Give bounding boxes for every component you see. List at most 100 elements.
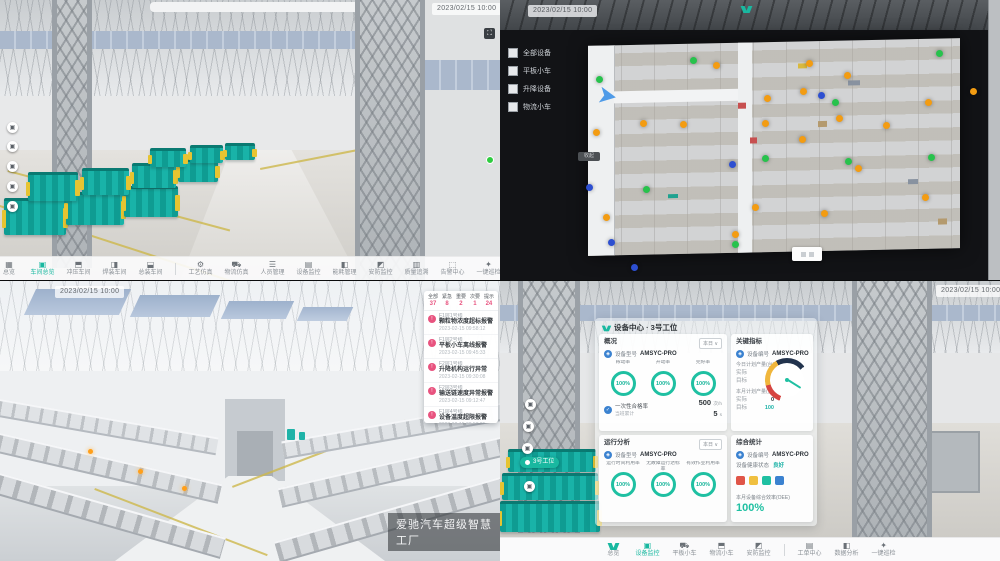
info-icon[interactable] xyxy=(775,476,784,485)
toolbar-item-3[interactable]: ⛟平板小车 xyxy=(672,542,696,557)
device-status-dot-orange[interactable] xyxy=(732,231,739,238)
device-status-dot-orange[interactable] xyxy=(883,122,890,129)
equipment-marker-4[interactable]: ▣ xyxy=(7,181,18,192)
quadrant-alarm-view[interactable]: 2023/02/15 10:00 全部37紧急8重要2次要1提示24 !F1层1… xyxy=(0,281,500,561)
range-select[interactable]: 本日 ∨ xyxy=(699,338,722,349)
device-status-dot-blue[interactable] xyxy=(608,239,615,246)
checkbox[interactable] xyxy=(508,102,518,112)
toolbar-item-5[interactable]: ◩安防监控 xyxy=(746,542,770,557)
checkbox[interactable] xyxy=(508,48,518,58)
toolbar-item-6[interactable]: ▤工单中心 xyxy=(798,542,822,557)
station-tag[interactable]: 3号工位 xyxy=(520,457,559,468)
device-status-dot-orange[interactable] xyxy=(680,121,687,128)
device-status-dot-blue[interactable] xyxy=(818,92,825,99)
device-status-dot-orange[interactable] xyxy=(800,88,807,95)
device-status-dot-orange[interactable] xyxy=(922,194,929,201)
legend-collapse-button[interactable]: 收起 xyxy=(578,152,600,161)
toolbar-item-4[interactable]: ◨焊装车间 xyxy=(103,261,126,276)
toolbar-item-2[interactable]: ▣设备监控 xyxy=(635,542,659,557)
device-status-dot-orange[interactable] xyxy=(764,95,771,102)
equipment-marker-3[interactable]: ▣ xyxy=(522,443,533,454)
device-status-dot-orange[interactable] xyxy=(640,120,647,127)
alarm-icon[interactable] xyxy=(736,476,745,485)
device-status-dot-green[interactable] xyxy=(845,158,852,165)
device-status-dot-green[interactable] xyxy=(928,154,935,161)
alarm-tab-1[interactable]: 全部37 xyxy=(428,294,438,308)
toolbar-item-1[interactable]: 总览 xyxy=(604,542,622,557)
warning-icon[interactable] xyxy=(749,476,758,485)
alarm-panel[interactable]: 全部37 紧急8 重要2 次要1 提示24 !F1层1号线颗粒物浓度超标报警2023-0… xyxy=(424,291,498,423)
device-status-dot-orange[interactable] xyxy=(855,165,862,172)
alarm-list-item-5[interactable]: !F1层4号线设备温度超限报警2023-02-15 08:58:21 xyxy=(424,407,498,423)
zoom-out-icon[interactable] xyxy=(809,252,814,257)
legend-item-2[interactable]: 平板小车 xyxy=(508,66,604,76)
alarm-tab-5[interactable]: 提示24 xyxy=(484,294,494,308)
device-status-dot-orange[interactable] xyxy=(593,129,600,136)
checkbox[interactable] xyxy=(508,84,518,94)
toolbar-item-6[interactable]: ⚙工艺仿真 xyxy=(189,261,212,276)
alarm-tab-2[interactable]: 紧急8 xyxy=(442,294,452,308)
legend-item-3[interactable]: 升降设备 xyxy=(508,84,604,94)
device-status-dot-blue[interactable] xyxy=(586,184,593,191)
equipment-marker-4[interactable]: ▣ xyxy=(524,481,535,492)
equipment-marker-1[interactable]: ▣ xyxy=(525,399,536,410)
toolbar-item-2[interactable]: ▣车间总览 xyxy=(31,261,54,276)
toolbar-item-13[interactable]: ⬚告警中心 xyxy=(441,261,464,276)
zoom-in-icon[interactable] xyxy=(801,252,806,257)
device-status-dot-orange[interactable] xyxy=(925,99,932,106)
quadrant-map-view[interactable]: 全部设备平板小车升降设备物流小车 收起 2023/02/15 10:00 xyxy=(500,0,1000,280)
quadrant-3d-overview[interactable]: ▣▣▣▣▣ 2023/02/15 10:00 ⛶ ▦总览▣车间总览⬒冲压车间◨焊… xyxy=(0,0,500,280)
device-status-dot-orange[interactable] xyxy=(821,210,828,217)
toolbar-item-14[interactable]: ✦一键巡检 xyxy=(477,261,500,276)
device-status-dot-orange[interactable] xyxy=(713,62,720,69)
map-zoom-control[interactable] xyxy=(792,247,822,261)
range-select[interactable]: 本日 ∨ xyxy=(699,439,722,450)
alarm-tab-4[interactable]: 次要1 xyxy=(470,294,480,308)
toolbar-item-8[interactable]: ☰人员管理 xyxy=(261,261,284,276)
fullscreen-icon[interactable]: ⛶ xyxy=(484,28,495,39)
toolbar-item-1[interactable]: ▦总览 xyxy=(0,261,18,276)
toolbar-item-4[interactable]: ⬒物流小车 xyxy=(709,542,733,557)
device-status-dot-orange[interactable] xyxy=(844,72,851,79)
equipment-marker-1[interactable]: ▣ xyxy=(7,122,18,133)
device-status-dot-orange[interactable] xyxy=(836,115,843,122)
device-status-dot-blue[interactable] xyxy=(729,161,736,168)
toolbar-item-11[interactable]: ◩安防监控 xyxy=(369,261,392,276)
device-status-dot-blue[interactable] xyxy=(631,264,638,271)
legend-item-4[interactable]: 物流小车 xyxy=(508,102,604,112)
alarm-list-item-4[interactable]: !F2层3号线输送链速度异常报警2023-02-15 09:12:47 xyxy=(424,383,498,407)
equipment-marker-3[interactable]: ▣ xyxy=(7,161,18,172)
device-status-dot-green[interactable] xyxy=(762,155,769,162)
device-status-dot-green[interactable] xyxy=(690,57,697,64)
alarm-list-item-1[interactable]: !F1层1号线颗粒物浓度超标报警2023-02-15 09:58:12 xyxy=(424,311,498,335)
device-status-dot-orange[interactable] xyxy=(970,88,977,95)
equipment-marker-5[interactable]: ▣ xyxy=(7,201,18,212)
checkbox[interactable] xyxy=(508,66,518,76)
device-status-dot-orange[interactable] xyxy=(806,60,813,67)
toolbar-item-7[interactable]: ⛟物流仿真 xyxy=(225,261,248,276)
device-status-dot-orange[interactable] xyxy=(603,214,610,221)
device-status-dot-green[interactable] xyxy=(732,241,739,248)
device-status-dot-green[interactable] xyxy=(643,186,650,193)
equipment-marker-2[interactable]: ▣ xyxy=(523,421,534,432)
alarm-list-item-3[interactable]: !F2层1号线升降机构运行异常2023-02-15 09:30:08 xyxy=(424,359,498,383)
toolbar-item-5[interactable]: ⬓总装车间 xyxy=(139,261,162,276)
equipment-marker-2[interactable]: ▣ xyxy=(7,141,18,152)
toolbar-item-9[interactable]: ▤设备监控 xyxy=(297,261,320,276)
quadrant-equipment-dashboard[interactable]: ▣ ▣ ▣ ▣ 3号工位 设备中心 · 3号工位 概况 本日 ∨ ◈ 设备型号 AMS… xyxy=(500,281,1000,561)
device-status-dot-orange[interactable] xyxy=(752,204,759,211)
device-status-dot-orange[interactable] xyxy=(799,136,806,143)
equipment-dashboard-panel[interactable]: 设备中心 · 3号工位 概况 本日 ∨ ◈ 设备型号 AMSYC-PRO 稼动率… xyxy=(595,318,817,526)
device-status-dot-green[interactable] xyxy=(832,99,839,106)
run-icon[interactable] xyxy=(762,476,771,485)
toolbar-item-12[interactable]: ▥质量追溯 xyxy=(405,261,428,276)
legend-item-1[interactable]: 全部设备 xyxy=(508,48,604,58)
toolbar-item-10[interactable]: ◧能耗管理 xyxy=(333,261,356,276)
toolbar-item-3[interactable]: ⬒冲压车间 xyxy=(67,261,90,276)
toolbar-item-7[interactable]: ◧数据分析 xyxy=(835,542,859,557)
device-status-dot-orange[interactable] xyxy=(762,120,769,127)
toolbar-item-8[interactable]: ✦一键巡检 xyxy=(872,542,896,557)
device-status-dot-green[interactable] xyxy=(936,50,943,57)
alarm-list-item-2[interactable]: !F1层2号线平板小车离线报警2023-02-15 09:45:33 xyxy=(424,335,498,359)
alarm-tab-3[interactable]: 重要2 xyxy=(456,294,466,308)
